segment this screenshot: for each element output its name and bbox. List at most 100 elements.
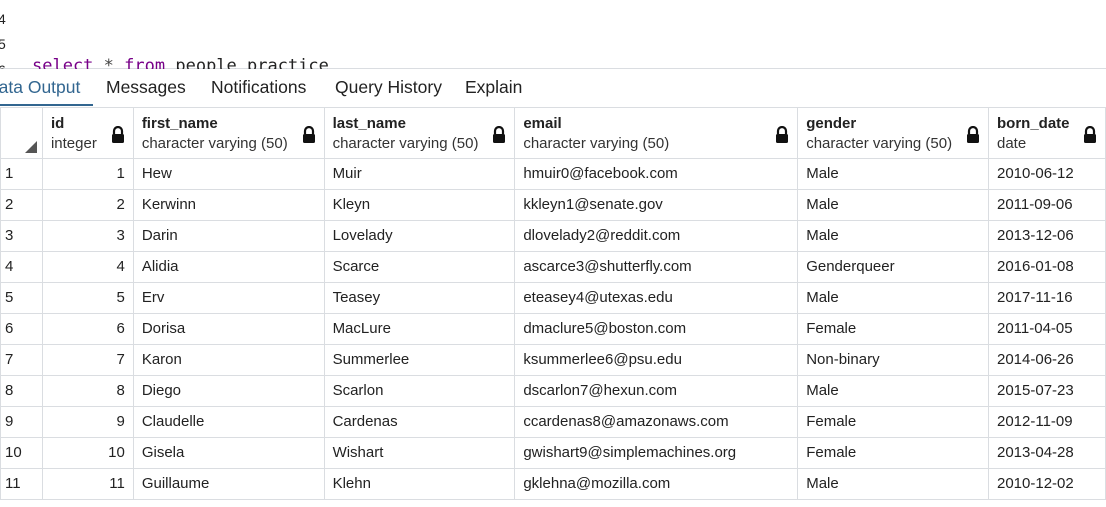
column-header-email[interactable]: email character varying (50) (514, 107, 799, 159)
table-row[interactable]: 7 7 Karon Summerlee ksummerlee6@psu.edu Non-b… (0, 344, 1106, 376)
cell-last-name[interactable]: Scarce (323, 251, 516, 283)
cell-first-name[interactable]: Karon (132, 344, 325, 376)
cell-email[interactable]: kkleyn1@senate.gov (514, 189, 799, 221)
tab-query-history[interactable]: Query History (335, 69, 442, 105)
cell-first-name[interactable]: Kerwinn (132, 189, 325, 221)
cell-gender[interactable]: Female (797, 437, 989, 469)
row-number[interactable]: 4 (0, 251, 43, 283)
cell-first-name[interactable]: Erv (132, 282, 325, 314)
editor-line[interactable]: 6 (0, 37, 41, 78)
cell-first-name[interactable]: Darin (132, 220, 325, 252)
cell-id[interactable]: 1 (41, 158, 134, 190)
cell-first-name[interactable]: Alidia (132, 251, 325, 283)
cell-last-name[interactable]: Muir (323, 158, 516, 190)
cell-born-date[interactable]: 2012-11-09 (988, 406, 1106, 438)
tab-explain[interactable]: Explain (465, 69, 522, 105)
cell-first-name[interactable]: Gisela (132, 437, 325, 469)
cell-born-date[interactable]: 2011-09-06 (988, 189, 1106, 221)
table-row[interactable]: 11 11 Guillaume Klehn gklehna@mozilla.com Mal… (0, 468, 1106, 500)
cell-email[interactable]: dmaclure5@boston.com (514, 313, 799, 345)
cell-id[interactable]: 9 (41, 406, 134, 438)
column-header-first-name[interactable]: first_name character varying (50) (132, 107, 325, 159)
cell-email[interactable]: gwishart9@simplemachines.org (514, 437, 799, 469)
cell-gender[interactable]: Non-binary (797, 344, 989, 376)
table-row[interactable]: 4 4 Alidia Scarce ascarce3@shutterfly.com Gen… (0, 251, 1106, 283)
cell-email[interactable]: ascarce3@shutterfly.com (514, 251, 799, 283)
cell-last-name[interactable]: Cardenas (323, 406, 516, 438)
row-number[interactable]: 10 (0, 437, 43, 469)
cell-email[interactable]: dlovelady2@reddit.com (514, 220, 799, 252)
cell-born-date[interactable]: 2017-11-16 (988, 282, 1106, 314)
cell-id[interactable]: 7 (41, 344, 134, 376)
cell-last-name[interactable]: Wishart (323, 437, 516, 469)
row-number[interactable]: 3 (0, 220, 43, 252)
cell-gender[interactable]: Female (797, 313, 989, 345)
cell-id[interactable]: 8 (41, 375, 134, 407)
data-grid[interactable]: id integer first_name character varying … (0, 107, 1106, 507)
select-all-corner[interactable] (0, 107, 43, 159)
cell-email[interactable]: ksummerlee6@psu.edu (514, 344, 799, 376)
row-number[interactable]: 5 (0, 282, 43, 314)
cell-id[interactable]: 2 (41, 189, 134, 221)
cell-first-name[interactable]: Diego (132, 375, 325, 407)
cell-id[interactable]: 6 (41, 313, 134, 345)
cell-last-name[interactable]: MacLure (323, 313, 516, 345)
cell-born-date[interactable]: 2011-04-05 (988, 313, 1106, 345)
cell-last-name[interactable]: Scarlon (323, 375, 516, 407)
cell-last-name[interactable]: Klehn (323, 468, 516, 500)
cell-id[interactable]: 3 (41, 220, 134, 252)
table-row[interactable]: 5 5 Erv Teasey eteasey4@utexas.edu Male 2017-1… (0, 282, 1106, 314)
column-header-id[interactable]: id integer (41, 107, 134, 159)
cell-id[interactable]: 10 (41, 437, 134, 469)
column-header-last-name[interactable]: last_name character varying (50) (323, 107, 516, 159)
cell-gender[interactable]: Male (797, 158, 989, 190)
table-row[interactable]: 10 10 Gisela Wishart gwishart9@simplemachine… (0, 437, 1106, 469)
row-number[interactable]: 8 (0, 375, 43, 407)
tab-messages[interactable]: Messages (106, 69, 186, 105)
table-row[interactable]: 1 1 Hew Muir hmuir0@facebook.com Male 2010-06-… (0, 158, 1106, 190)
table-row[interactable]: 6 6 Dorisa MacLure dmaclure5@boston.com Femal… (0, 313, 1106, 345)
cell-last-name[interactable]: Teasey (323, 282, 516, 314)
row-number[interactable]: 2 (0, 189, 43, 221)
column-header-gender[interactable]: gender character varying (50) (797, 107, 989, 159)
cell-gender[interactable]: Male (797, 189, 989, 221)
cell-last-name[interactable]: Kleyn (323, 189, 516, 221)
cell-gender[interactable]: Genderqueer (797, 251, 989, 283)
row-number[interactable]: 9 (0, 406, 43, 438)
cell-born-date[interactable]: 2016-01-08 (988, 251, 1106, 283)
table-row[interactable]: 2 2 Kerwinn Kleyn kkleyn1@senate.gov Male 2011… (0, 189, 1106, 221)
cell-born-date[interactable]: 2013-04-28 (988, 437, 1106, 469)
cell-email[interactable]: dscarlon7@hexun.com (514, 375, 799, 407)
row-number[interactable]: 11 (0, 468, 43, 500)
cell-email[interactable]: ccardenas8@amazonaws.com (514, 406, 799, 438)
cell-id[interactable]: 5 (41, 282, 134, 314)
cell-email[interactable]: eteasey4@utexas.edu (514, 282, 799, 314)
cell-gender[interactable]: Male (797, 220, 989, 252)
row-number[interactable]: 7 (0, 344, 43, 376)
cell-id[interactable]: 11 (41, 468, 134, 500)
row-number[interactable]: 6 (0, 313, 43, 345)
cell-gender[interactable]: Male (797, 375, 989, 407)
tab-data-output[interactable]: Data Output (0, 69, 93, 106)
cell-born-date[interactable]: 2013-12-06 (988, 220, 1106, 252)
table-row[interactable]: 9 9 Claudelle Cardenas ccardenas8@amazonaws.… (0, 406, 1106, 438)
cell-last-name[interactable]: Lovelady (323, 220, 516, 252)
cell-email[interactable]: gklehna@mozilla.com (514, 468, 799, 500)
column-header-born-date[interactable]: born_date date (988, 107, 1106, 159)
cell-first-name[interactable]: Guillaume (132, 468, 325, 500)
editor-line[interactable]: 5 select * from people_practice (0, 11, 329, 76)
cell-gender[interactable]: Male (797, 468, 989, 500)
cell-born-date[interactable]: 2010-12-02 (988, 468, 1106, 500)
cell-born-date[interactable]: 2014-06-26 (988, 344, 1106, 376)
cell-gender[interactable]: Male (797, 282, 989, 314)
table-row[interactable]: 8 8 Diego Scarlon dscarlon7@hexun.com Male 201… (0, 375, 1106, 407)
cell-email[interactable]: hmuir0@facebook.com (514, 158, 799, 190)
row-number[interactable]: 1 (0, 158, 43, 190)
cell-gender[interactable]: Female (797, 406, 989, 438)
cell-id[interactable]: 4 (41, 251, 134, 283)
cell-last-name[interactable]: Summerlee (323, 344, 516, 376)
table-row[interactable]: 3 3 Darin Lovelady dlovelady2@reddit.com Male… (0, 220, 1106, 252)
cell-first-name[interactable]: Hew (132, 158, 325, 190)
cell-first-name[interactable]: Claudelle (132, 406, 325, 438)
cell-born-date[interactable]: 2015-07-23 (988, 375, 1106, 407)
